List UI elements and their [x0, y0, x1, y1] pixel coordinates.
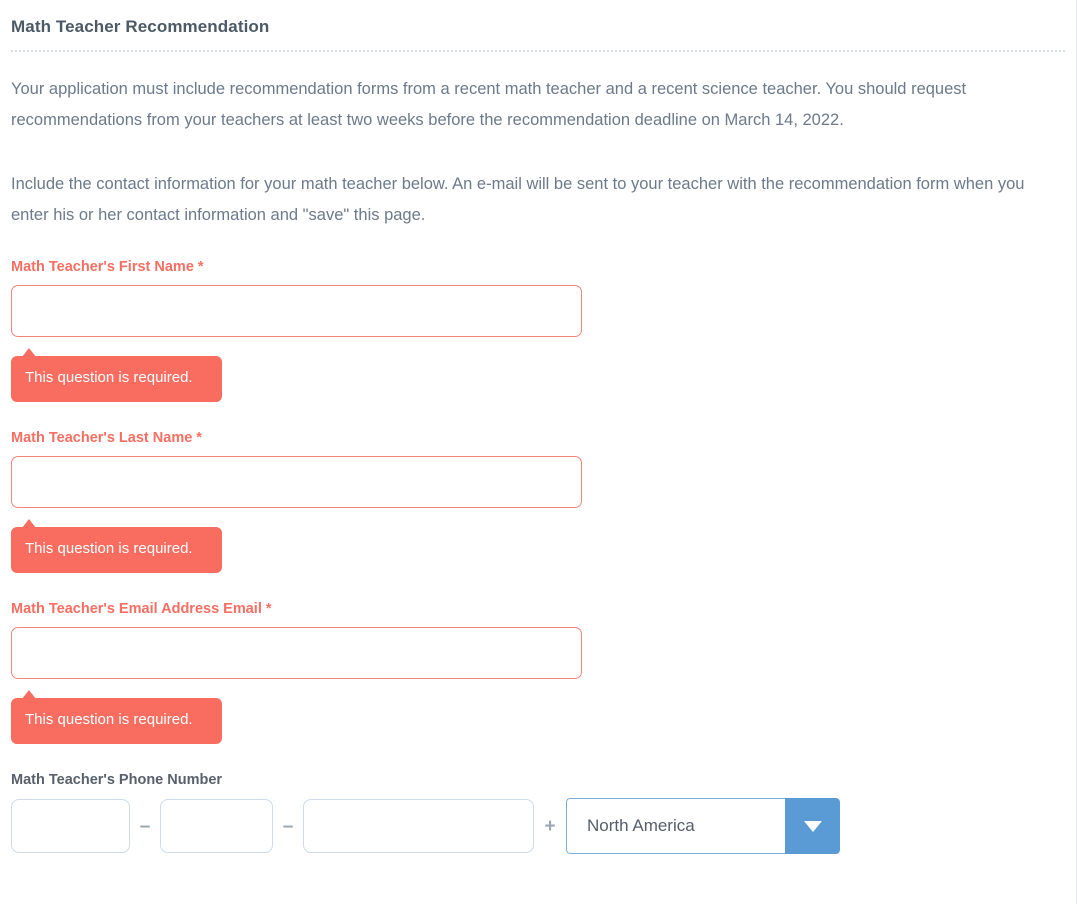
last-name-error-wrap: This question is required.: [11, 519, 1065, 573]
field-first-name: Math Teacher's First Name * This questio…: [11, 258, 1065, 402]
field-last-name: Math Teacher's Last Name * This question…: [11, 429, 1065, 573]
email-error-wrap: This question is required.: [11, 690, 1065, 744]
first-name-error-wrap: This question is required.: [11, 348, 1065, 402]
phone-line-number-input[interactable]: [303, 799, 534, 853]
phone-region-dropdown-button[interactable]: [785, 798, 840, 854]
phone-region-selected-value[interactable]: North America: [566, 798, 785, 854]
email-label: Math Teacher's Email Address Email *: [11, 601, 272, 617]
phone-area-code-input[interactable]: [11, 799, 130, 853]
intro-paragraph-2: Include the contact information for your…: [11, 175, 1025, 224]
form-page: Math Teacher Recommendation Your applica…: [0, 0, 1077, 904]
field-email: Math Teacher's Email Address Email * Thi…: [11, 600, 1065, 744]
phone-plus-symbol: +: [544, 815, 556, 837]
phone-prefix-input[interactable]: [160, 799, 273, 853]
phone-separator-2: –: [282, 815, 294, 837]
phone-number-row: – – + North America: [11, 798, 1065, 854]
first-name-label: Math Teacher's First Name *: [11, 259, 204, 275]
title-divider: [11, 50, 1065, 52]
last-name-error-message: This question is required.: [11, 519, 222, 573]
form-content: Math Teacher Recommendation Your applica…: [0, 0, 1076, 854]
last-name-label: Math Teacher's Last Name *: [11, 430, 202, 446]
phone-number-label: Math Teacher's Phone Number: [11, 772, 223, 788]
first-name-input[interactable]: [11, 285, 582, 337]
email-input[interactable]: [11, 627, 582, 679]
phone-region-select[interactable]: North America: [566, 798, 840, 854]
email-error-message: This question is required.: [11, 690, 222, 744]
chevron-down-icon: [803, 820, 822, 832]
field-phone-number: Math Teacher's Phone Number – – + North …: [11, 771, 1065, 854]
first-name-error-message: This question is required.: [11, 348, 222, 402]
intro-paragraph-1: Your application must include recommenda…: [11, 80, 967, 129]
phone-separator-1: –: [139, 815, 151, 837]
last-name-input[interactable]: [11, 456, 582, 508]
page-title: Math Teacher Recommendation: [11, 17, 270, 36]
